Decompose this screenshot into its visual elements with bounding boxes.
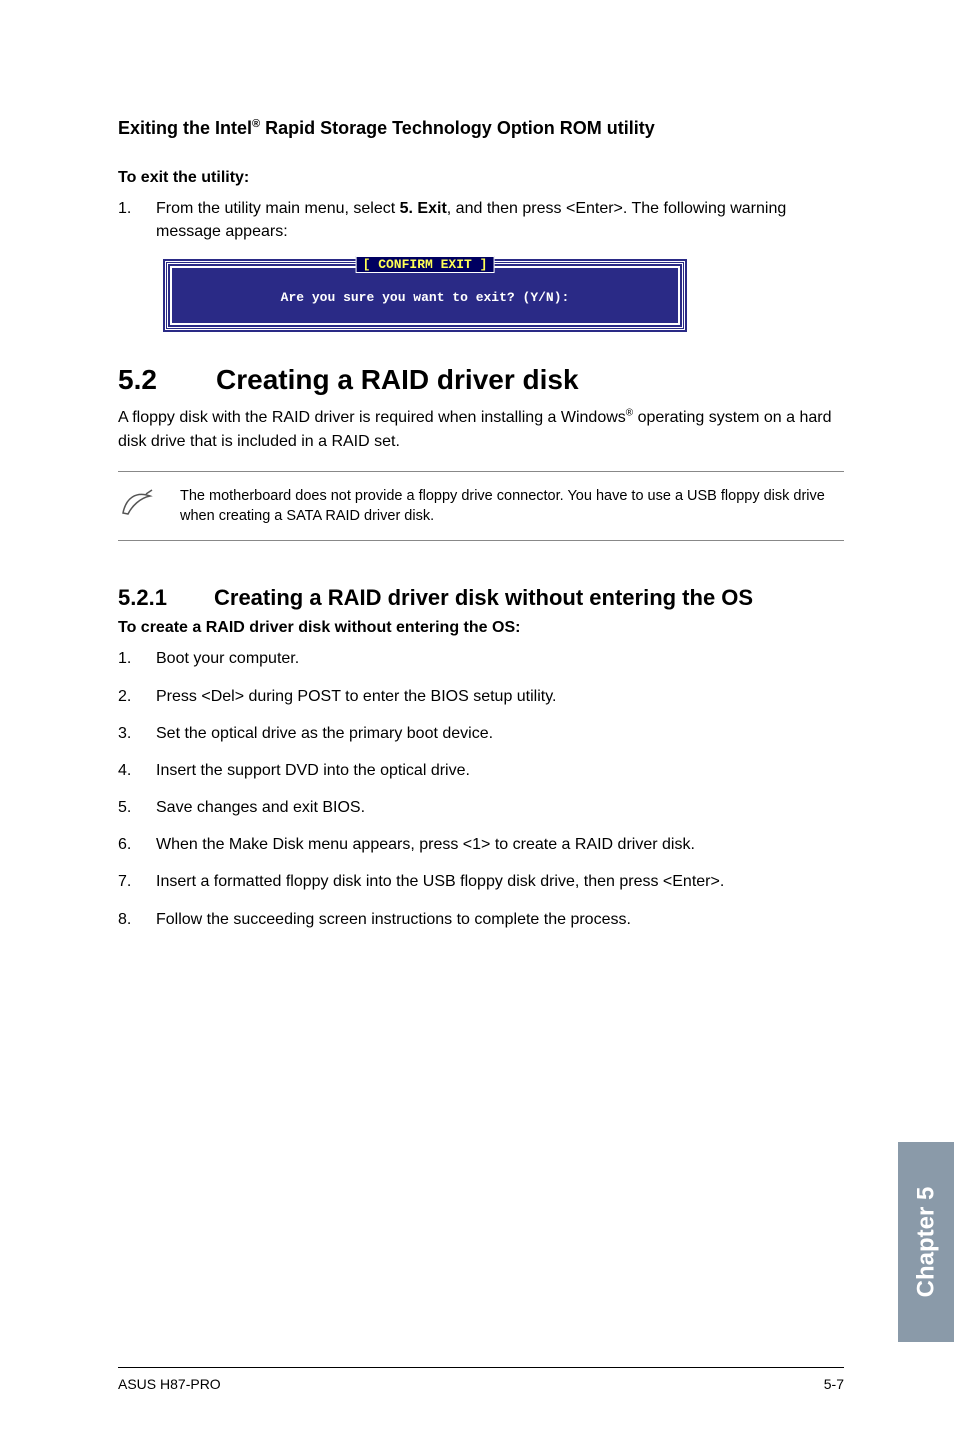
body-pre: A floppy disk with the RAID driver is re… [118, 409, 626, 426]
confirm-exit-dialog: [ CONFIRM EXIT ] Are you sure you want t… [165, 261, 685, 330]
heading-number: 5.2.1 [118, 585, 214, 611]
dialog-message: Are you sure you want to exit? (Y/N): [172, 290, 678, 305]
exit-utility-label: To exit the utility: [118, 169, 844, 187]
chapter-tab: Chapter 5 [898, 1142, 954, 1342]
list-item: 1. Boot your computer. [118, 647, 844, 670]
list-item: 5. Save changes and exit BIOS. [118, 796, 844, 819]
step-body: Follow the succeeding screen instruction… [156, 908, 844, 931]
note-icon [118, 486, 180, 523]
step-body: Boot your computer. [156, 647, 844, 670]
heading-title: Creating a RAID driver disk [216, 364, 579, 395]
step-number: 1. [118, 197, 156, 243]
step-text-bold: 5. Exit [400, 200, 447, 217]
create-disk-label: To create a RAID driver disk without ent… [118, 619, 844, 637]
heading-number: 5.2 [118, 364, 216, 396]
note-text: The motherboard does not provide a flopp… [180, 486, 844, 527]
list-item: 7. Insert a formatted floppy disk into t… [118, 870, 844, 893]
step-number: 6. [118, 833, 156, 856]
heading-text-post: Rapid Storage Technology Option ROM util… [260, 118, 655, 138]
step-body: Save changes and exit BIOS. [156, 796, 844, 819]
step-number: 7. [118, 870, 156, 893]
heading-reg-mark: ® [252, 118, 260, 130]
dialog-inner: [ CONFIRM EXIT ] Are you sure you want t… [170, 266, 680, 325]
step-number: 2. [118, 685, 156, 708]
list-item: 2. Press <Del> during POST to enter the … [118, 685, 844, 708]
heading-exit-utility: Exiting the Intel® Rapid Storage Technol… [118, 118, 844, 139]
chapter-tab-text: Chapter 5 [912, 1187, 940, 1298]
step-body: Set the optical drive as the primary boo… [156, 722, 844, 745]
step-body: Insert a formatted floppy disk into the … [156, 870, 844, 893]
heading-text-pre: Exiting the Intel [118, 118, 252, 138]
step-body: Insert the support DVD into the optical … [156, 759, 844, 782]
step-body: From the utility main menu, select 5. Ex… [156, 197, 844, 243]
page-footer: ASUS H87-PRO 5-7 [118, 1367, 844, 1392]
list-item: 3. Set the optical drive as the primary … [118, 722, 844, 745]
list-item: 4. Insert the support DVD into the optic… [118, 759, 844, 782]
step-number: 5. [118, 796, 156, 819]
step-text-pre: From the utility main menu, select [156, 200, 400, 217]
list-item: 6. When the Make Disk menu appears, pres… [118, 833, 844, 856]
note-box: The motherboard does not provide a flopp… [118, 471, 844, 542]
heading-title: Creating a RAID driver disk without ente… [214, 585, 753, 610]
heading-5-2: 5.2Creating a RAID driver disk [118, 364, 844, 396]
step-number: 4. [118, 759, 156, 782]
section-5-2-body: A floppy disk with the RAID driver is re… [118, 406, 844, 452]
exit-step-1: 1. From the utility main menu, select 5.… [118, 197, 844, 243]
dialog-title: [ CONFIRM EXIT ] [356, 256, 495, 273]
footer-left: ASUS H87-PRO [118, 1376, 221, 1392]
heading-5-2-1: 5.2.1Creating a RAID driver disk without… [118, 585, 844, 611]
step-number: 3. [118, 722, 156, 745]
step-body: When the Make Disk menu appears, press <… [156, 833, 844, 856]
steps-list: 1. Boot your computer. 2. Press <Del> du… [118, 647, 844, 931]
step-body: Press <Del> during POST to enter the BIO… [156, 685, 844, 708]
list-item: 8. Follow the succeeding screen instruct… [118, 908, 844, 931]
step-number: 1. [118, 647, 156, 670]
footer-page-number: 5-7 [824, 1376, 844, 1392]
step-number: 8. [118, 908, 156, 931]
